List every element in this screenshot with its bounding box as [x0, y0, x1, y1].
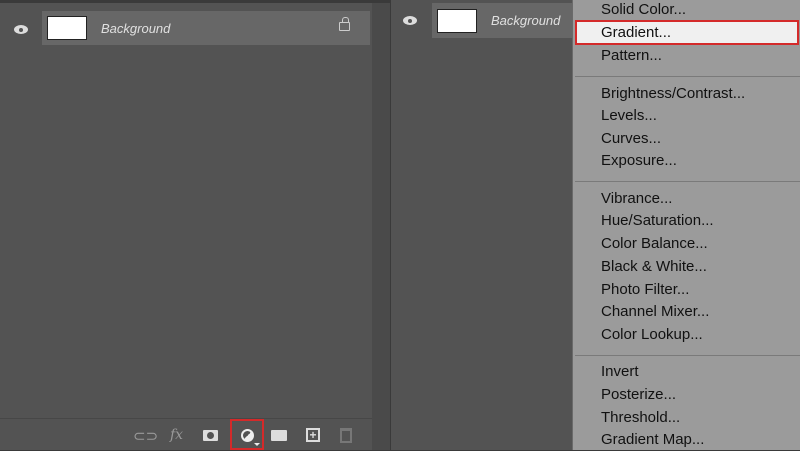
layer-name: Background [491, 13, 561, 28]
menu-item-invert[interactable]: Invert [601, 360, 639, 383]
folder-icon[interactable] [271, 430, 287, 441]
menu-item-threshold[interactable]: Threshold... [601, 406, 680, 429]
menu-item-gradient-map[interactable]: Gradient Map... [601, 428, 704, 451]
menu-item-pattern[interactable]: Pattern... [601, 44, 662, 67]
scrollbar[interactable] [372, 3, 390, 450]
menu-item-channel-mixer[interactable]: Channel Mixer... [601, 300, 709, 323]
layer-row-background[interactable]: Background [432, 3, 592, 38]
menu-item-black-white[interactable]: Black & White... [601, 255, 707, 278]
menu-separator [575, 76, 800, 77]
menu-item-color-balance[interactable]: Color Balance... [601, 232, 708, 255]
new-layer-icon[interactable]: + [306, 428, 320, 442]
menu-item-photo-filter[interactable]: Photo Filter... [601, 278, 689, 301]
menu-item-gradient[interactable]: Gradient... [601, 21, 671, 44]
layer-name: Background [101, 20, 171, 36]
menu-item-hue-saturation[interactable]: Hue/Saturation... [601, 209, 714, 232]
menu-item-brightness-contrast[interactable]: Brightness/Contrast... [601, 82, 745, 105]
lock-icon[interactable] [339, 17, 350, 31]
menu-item-color-lookup[interactable]: Color Lookup... [601, 323, 703, 346]
adjustment-layer-button[interactable] [230, 419, 264, 450]
layers-panel-left: Background [0, 3, 372, 450]
menu-separator [575, 355, 800, 356]
adjustment-layer-menu: Solid Color... Gradient... Pattern... Br… [572, 0, 800, 450]
layers-toolbar: ⊂⊃ fx + [0, 418, 372, 450]
layer-thumbnail [437, 8, 477, 33]
menu-item-exposure[interactable]: Exposure... [601, 149, 677, 172]
adjustment-layer-icon [241, 429, 254, 442]
mask-icon[interactable] [203, 430, 218, 441]
visibility-eye-icon[interactable] [14, 25, 28, 34]
layer-thumbnail [47, 16, 87, 40]
layer-row-background[interactable]: Background [42, 11, 370, 45]
menu-item-posterize[interactable]: Posterize... [601, 383, 676, 406]
menu-item-levels[interactable]: Levels... [601, 104, 657, 127]
trash-icon[interactable] [340, 428, 352, 443]
menu-item-vibrance[interactable]: Vibrance... [601, 187, 672, 210]
link-icon[interactable]: ⊂⊃ [133, 427, 158, 445]
fx-icon[interactable]: fx [170, 427, 183, 443]
menu-item-curves[interactable]: Curves... [601, 127, 661, 150]
visibility-eye-icon[interactable] [403, 16, 417, 25]
menu-item-solid-color[interactable]: Solid Color... [601, 0, 686, 21]
menu-separator [575, 181, 800, 182]
